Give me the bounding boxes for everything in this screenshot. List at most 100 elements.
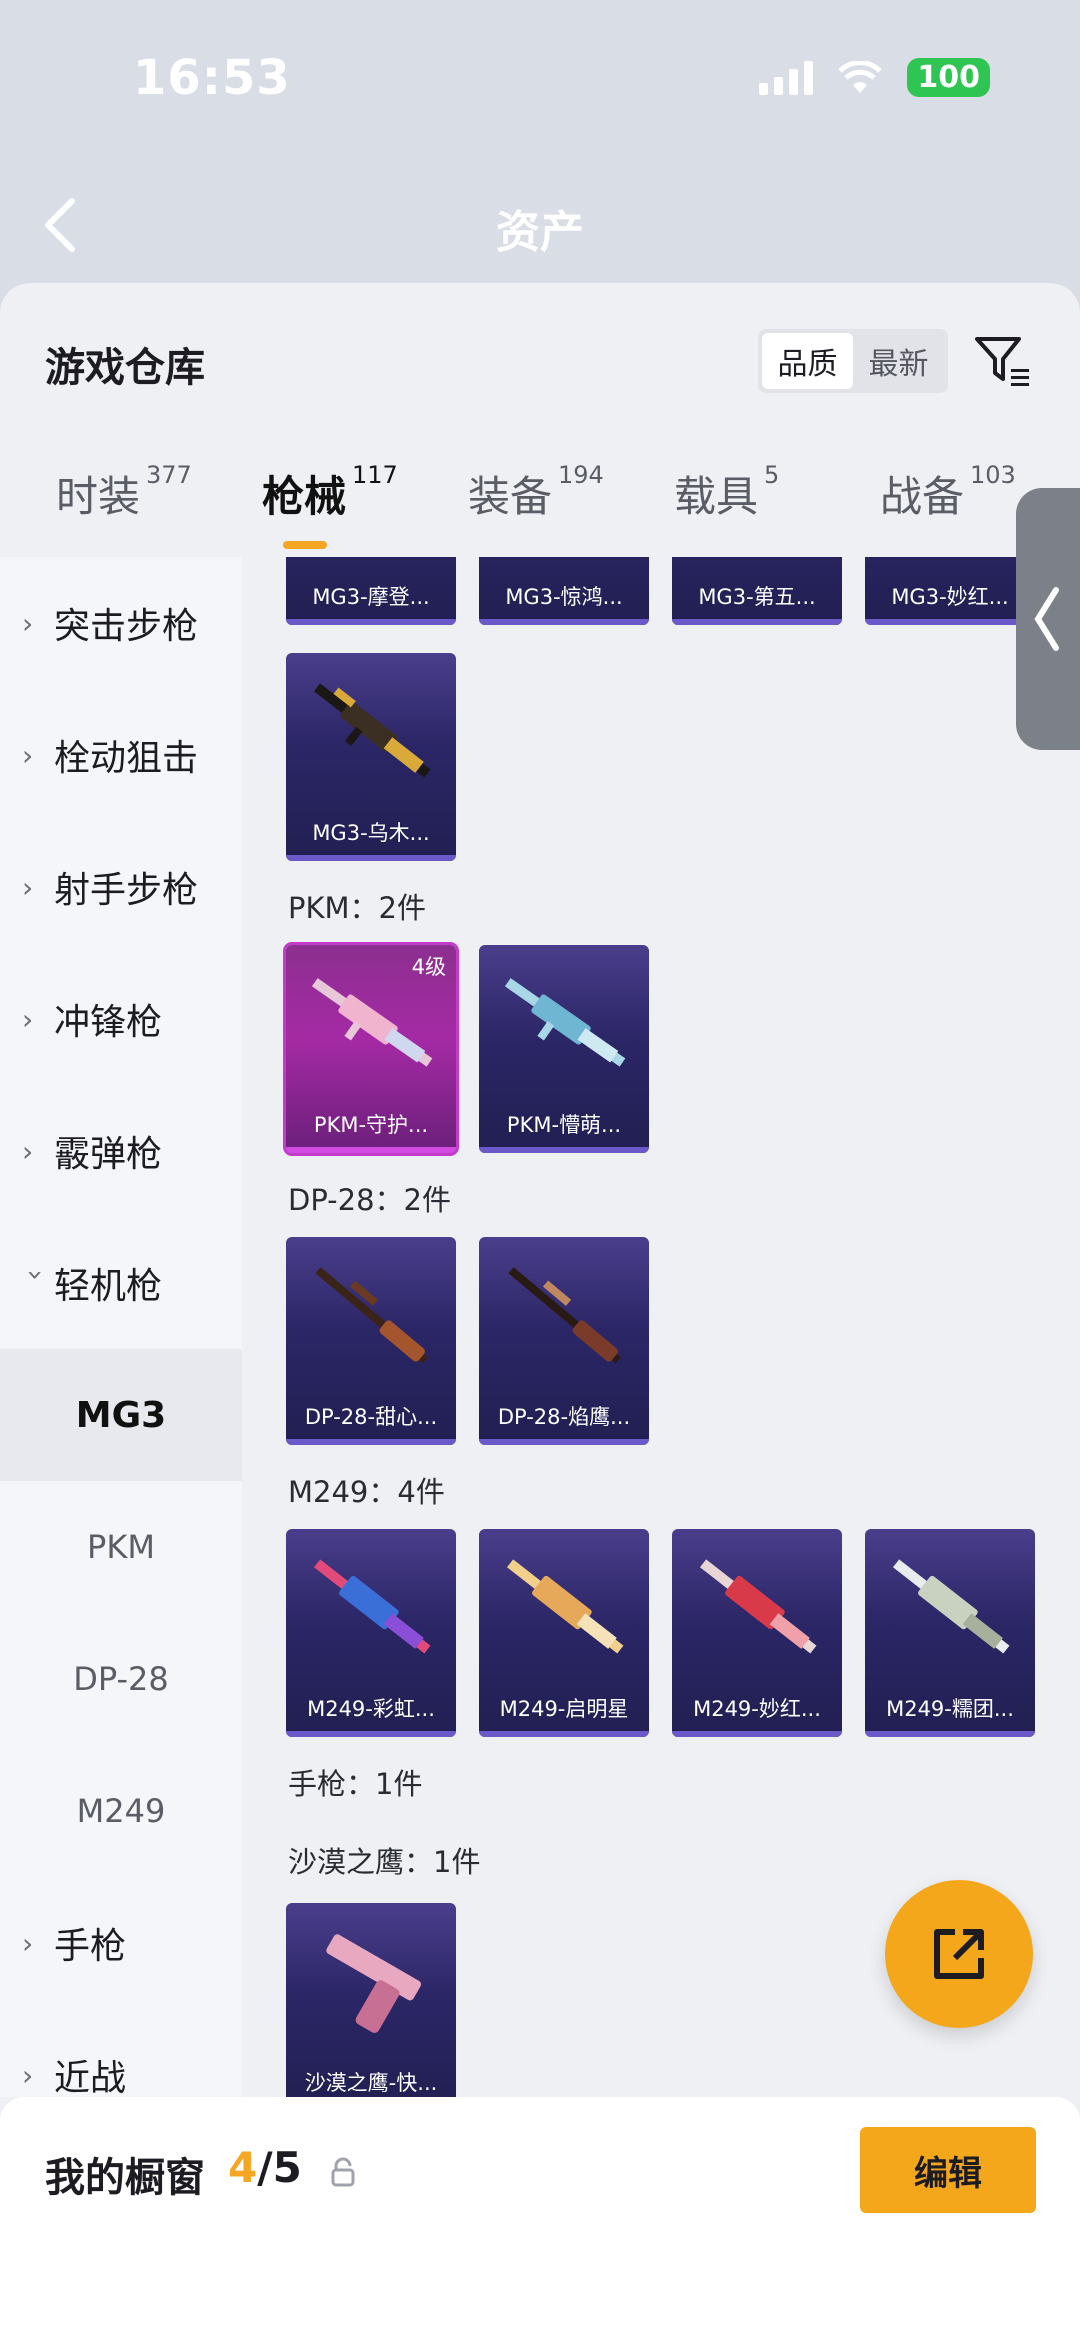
item-card[interactable]: MG3-妙红... <box>865 557 1035 625</box>
sidebar-subitem-mg3[interactable]: MG3 <box>0 1349 242 1481</box>
item-name: PKM-懵萌... <box>506 1113 622 1137</box>
chevron-right-icon: › <box>22 2058 34 2092</box>
item-name: 沙漠之鹰-快... <box>304 2071 438 2095</box>
chevron-right-icon: › <box>22 606 34 640</box>
sort-quality-button[interactable]: 品质 <box>762 333 853 389</box>
tab-firearms[interactable]: 枪械 117 <box>262 461 398 524</box>
item-card[interactable]: M249-妙红... <box>672 1529 842 1737</box>
tab-outfits[interactable]: 时装 377 <box>56 461 192 524</box>
item-card[interactable]: MG3-乌木... <box>286 653 456 861</box>
tab-count: 377 <box>146 461 192 489</box>
item-card[interactable]: MG3-惊鸿... <box>479 557 649 625</box>
item-grid: MG3-摩登... MG3-惊鸿... MG3-第五... MG3-妙红... … <box>242 557 1080 2097</box>
sidebar-item-melee[interactable]: › 近战 <box>0 2009 242 2097</box>
item-card[interactable]: 4级 PKM-守护... <box>283 942 459 1156</box>
tab-label: 时装 <box>56 472 141 521</box>
signal-icon <box>759 60 814 95</box>
sidebar-subitem-dp28[interactable]: DP-28 <box>0 1613 242 1745</box>
item-card[interactable]: MG3-摩登... <box>286 557 456 625</box>
lmg-skin-image <box>892 1559 1010 1654</box>
pistol-skin-image <box>326 1934 422 2033</box>
tab-count: 103 <box>970 461 1016 489</box>
item-name: M249-糯团... <box>886 1697 1014 1721</box>
item-name: MG3-第五... <box>698 585 816 609</box>
sort-newest-button[interactable]: 最新 <box>853 333 944 389</box>
sheet-title: 游戏仓库 <box>45 345 205 391</box>
sidebar-item-shotgun[interactable]: › 霰弹枪 <box>0 1085 242 1217</box>
tab-label: 装备 <box>468 472 553 521</box>
item-name: M249-彩虹... <box>307 1697 435 1721</box>
item-card[interactable]: M249-彩虹... <box>286 1529 456 1737</box>
sidebar-item-label: 射手步枪 <box>54 870 199 911</box>
tab-label: 战备 <box>880 472 965 521</box>
category-tabs: 时装 377 枪械 117 装备 194 载具 5 战备 103 <box>0 461 1080 553</box>
sort-toggle: 品质 最新 <box>758 329 948 393</box>
chevron-right-icon: › <box>22 870 34 904</box>
battery-indicator: 100 <box>907 58 990 97</box>
item-card[interactable]: M249-启明星 <box>479 1529 649 1737</box>
item-card[interactable]: DP-28-焰鹰... <box>479 1237 649 1445</box>
sidebar-subitem-m249[interactable]: M249 <box>0 1745 242 1877</box>
group-title-dp28: DP-28：2件 <box>288 1183 451 1217</box>
sidebar-item-assault-rifle[interactable]: › 突击步枪 <box>0 557 242 689</box>
wifi-icon <box>838 60 883 93</box>
group-title-pistol: 手枪：1件 <box>288 1767 423 1801</box>
tab-equipment[interactable]: 装备 194 <box>468 461 604 524</box>
showcase-label: 我的橱窗 <box>45 2155 205 2201</box>
item-name: MG3-乌木... <box>312 821 430 845</box>
sidebar-item-pistol[interactable]: › 手枪 <box>0 1877 242 2009</box>
lmg-skin-image <box>506 1559 624 1654</box>
sidebar-item-label: 冲锋枪 <box>54 1002 163 1043</box>
item-name: PKM-守护... <box>313 1113 429 1137</box>
lock-icon <box>331 2157 355 2187</box>
tab-supplies[interactable]: 战备 103 <box>880 461 1016 524</box>
sidebar-item-label: 突击步枪 <box>54 606 199 647</box>
active-tab-indicator <box>283 541 327 549</box>
sidebar-item-marksman-rifle[interactable]: › 射手步枪 <box>0 821 242 953</box>
collapse-handle[interactable] <box>1016 488 1080 750</box>
status-bar: 16:53 100 <box>0 0 1080 130</box>
chevron-right-icon: › <box>22 738 34 772</box>
item-name: MG3-妙红... <box>891 585 1009 609</box>
item-card[interactable]: MG3-第五... <box>672 557 842 625</box>
sidebar-item-smg[interactable]: › 冲锋枪 <box>0 953 242 1085</box>
tab-count: 194 <box>558 461 604 489</box>
sidebar-item-label: 霰弹枪 <box>54 1134 163 1175</box>
sidebar-item-label: 手枪 <box>54 1926 127 1967</box>
lmg-skin-image <box>504 978 626 1067</box>
lmg-skin-image <box>313 683 431 778</box>
sidebar-item-label: 栓动狙击 <box>54 738 199 779</box>
tab-count: 5 <box>764 461 780 489</box>
sidebar-item-bolt-sniper[interactable]: › 栓动狙击 <box>0 689 242 821</box>
category-sidebar: › 突击步枪 › 栓动狙击 › 射手步枪 › 冲锋枪 › 霰弹枪 › 轻机枪 M… <box>0 557 242 2097</box>
item-name: M249-妙红... <box>693 1697 821 1721</box>
showcase-count: 4/5 <box>228 2143 302 2192</box>
chevron-left-icon <box>1034 587 1059 651</box>
share-fab[interactable] <box>885 1880 1033 2028</box>
page-title: 资产 <box>496 207 584 258</box>
item-card[interactable]: DP-28-甜心... <box>286 1237 456 1445</box>
group-title-deagle: 沙漠之鹰：1件 <box>288 1845 481 1879</box>
edit-button[interactable]: 编辑 <box>860 2127 1036 2213</box>
tab-vehicles[interactable]: 载具 5 <box>674 461 780 524</box>
status-time: 16:53 <box>133 50 291 106</box>
lmg-skin-image <box>699 1559 817 1654</box>
item-card[interactable]: PKM-懵萌... <box>479 945 649 1153</box>
lmg-skin-image <box>311 978 433 1067</box>
sidebar-item-lmg[interactable]: › 轻机枪 <box>0 1217 242 1349</box>
item-card[interactable]: M249-糯团... <box>865 1529 1035 1737</box>
chevron-right-icon: › <box>22 1002 34 1036</box>
item-name: MG3-摩登... <box>312 585 430 609</box>
sidebar-subitem-pkm[interactable]: PKM <box>0 1481 242 1613</box>
chevron-right-icon: › <box>22 1134 34 1168</box>
filter-icon[interactable] <box>973 331 1033 391</box>
lmg-skin-image <box>315 1267 428 1364</box>
tab-count: 117 <box>352 461 398 489</box>
showcase-current: 4 <box>228 2143 258 2192</box>
item-card[interactable]: 沙漠之鹰-快... <box>286 1903 456 2097</box>
lmg-skin-image <box>313 1559 431 1654</box>
chevron-down-icon: › <box>19 1269 53 1281</box>
item-name: M249-启明星 <box>499 1697 629 1721</box>
sidebar-item-label: 轻机枪 <box>54 1266 163 1307</box>
group-title-m249: M249：4件 <box>288 1475 445 1509</box>
